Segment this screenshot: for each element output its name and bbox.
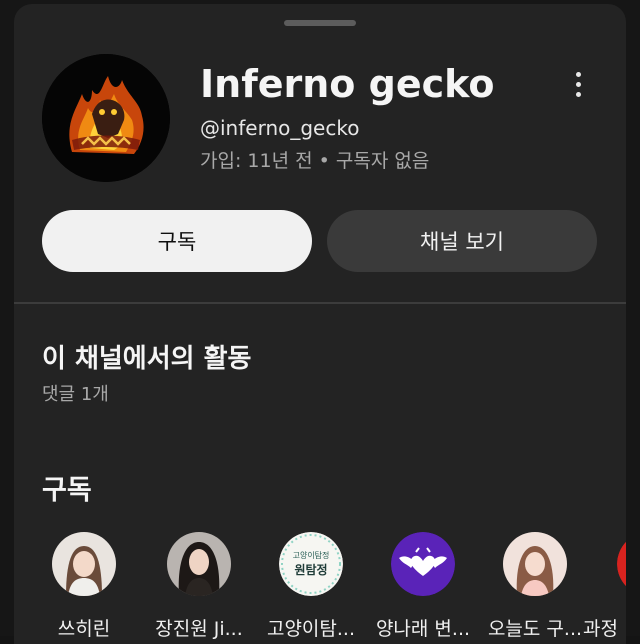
subscription-label: 고양이탐... <box>266 618 356 640</box>
text-logo-icon: 고양이탐정 원탐정 <box>279 532 343 596</box>
view-channel-button[interactable]: 채널 보기 <box>327 210 597 272</box>
more-options-icon[interactable] <box>566 66 590 102</box>
channel-name: Inferno gecko <box>200 62 495 106</box>
logo-text-top: 고양이탐정 <box>293 550 330 560</box>
channel-meta: 가입: 11년 전 • 구독자 없음 <box>200 150 430 172</box>
activity-summary[interactable]: 댓글 1개 <box>42 380 109 406</box>
subscription-label: 쓰히린 <box>57 618 111 640</box>
logo-text-main: 원탐정 <box>294 562 327 577</box>
heart-wings-icon <box>391 532 455 596</box>
channel-bottom-sheet: Inferno gecko @inferno_gecko 가입: 11년 전 •… <box>14 4 626 644</box>
drag-handle[interactable] <box>284 20 356 26</box>
profile-photo-icon <box>52 532 116 596</box>
subscription-label: 장진원 Ji... <box>155 618 243 640</box>
flame-gecko-logo-icon <box>42 54 170 182</box>
divider <box>14 302 626 304</box>
subscription-label: 양나래 변... <box>375 618 471 640</box>
subscription-label: 과정 <box>583 618 618 640</box>
channel-handle: @inferno_gecko <box>200 116 360 140</box>
profile-photo-icon <box>503 532 567 596</box>
profile-photo-icon <box>167 532 231 596</box>
subscribe-button[interactable]: 구독 <box>42 210 312 272</box>
subscriptions-title: 구독 <box>42 475 92 506</box>
more-dot <box>575 81 581 87</box>
more-dot <box>575 71 581 77</box>
subscription-item[interactable]: 과정 <box>577 528 626 640</box>
more-dot <box>575 91 581 97</box>
red-logo-icon <box>617 532 626 596</box>
activity-title[interactable]: 이 채널에서의 활동 <box>42 338 251 375</box>
channel-avatar[interactable] <box>42 54 170 182</box>
